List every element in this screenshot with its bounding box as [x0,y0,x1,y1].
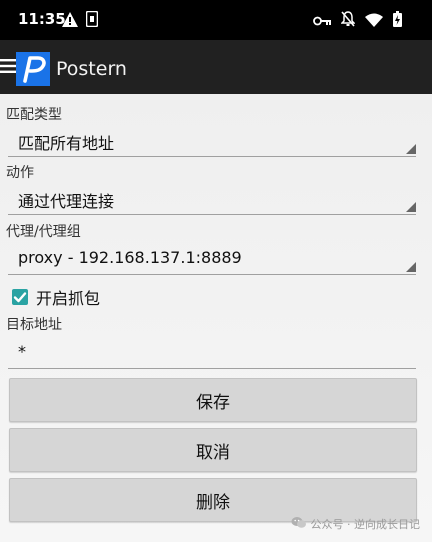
capture-checkbox-row[interactable]: 开启抓包 [12,285,100,309]
status-time: 11:35 [18,10,66,28]
postern-logo[interactable] [16,52,50,86]
action-label: 动作 [6,165,34,181]
watermark-text: 公众号 · 逆向成长日记 [310,518,421,531]
target-input[interactable]: * [8,338,416,369]
sim-icon [85,10,99,31]
battery-icon [393,11,402,31]
checkmark-icon [13,292,27,303]
match-type-value: 匹配所有地址 [18,134,115,153]
cancel-button[interactable]: 取消 [9,428,417,472]
vpn-key-icon [313,12,331,31]
proxy-label: 代理/代理组 [6,224,81,240]
dropdown-arrow-icon [406,144,416,154]
status-bar: 11:35 [0,0,432,40]
match-type-spinner[interactable]: 匹配所有地址 [8,126,416,157]
wifi-icon [365,12,383,31]
warning-icon [62,11,78,31]
notifications-off-icon [340,11,356,31]
wechat-icon [291,516,307,532]
app-bar: Postern [0,40,432,94]
proxy-spinner[interactable]: proxy - 192.168.137.1:8889 [8,244,416,275]
target-value: * [18,342,26,361]
dropdown-arrow-icon [406,202,416,212]
status-left-icons [62,10,99,31]
rule-edit-form: 匹配类型 匹配所有地址 动作 通过代理连接 代理/代理组 proxy - 192… [0,94,432,542]
save-button[interactable]: 保存 [9,378,417,422]
action-spinner[interactable]: 通过代理连接 [8,184,416,215]
capture-checkbox[interactable] [12,289,28,305]
action-value: 通过代理连接 [18,192,115,211]
match-type-label: 匹配类型 [6,107,62,123]
menu-icon[interactable] [0,58,16,74]
watermark: 公众号 · 逆向成长日记 [291,516,421,532]
dropdown-arrow-icon [406,262,416,272]
capture-label: 开启抓包 [36,289,101,308]
proxy-value: proxy - 192.168.137.1:8889 [18,248,242,267]
app-title: Postern [56,58,127,80]
status-right-icons [313,11,402,31]
target-label: 目标地址 [6,317,62,333]
